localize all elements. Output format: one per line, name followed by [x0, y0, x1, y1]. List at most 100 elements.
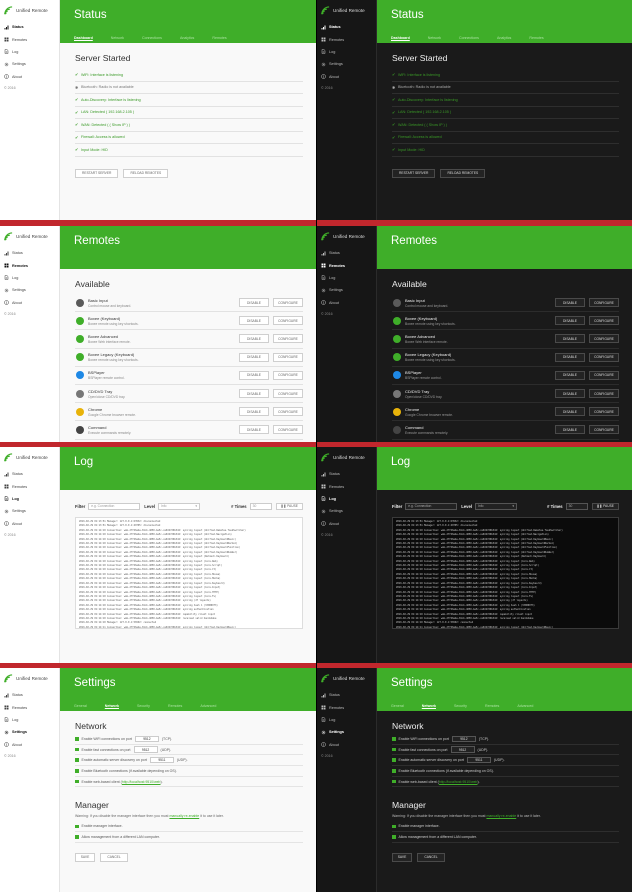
- disable-button[interactable]: DISABLE: [239, 298, 269, 308]
- reload-remotes-button[interactable]: RELOAD REMOTES: [440, 168, 486, 178]
- setting-checkbox[interactable]: [75, 769, 79, 773]
- filter-input[interactable]: e.g. Connection: [88, 502, 141, 510]
- sidebar-item-status[interactable]: Status: [317, 689, 376, 701]
- sidebar-item-about[interactable]: About: [0, 297, 59, 309]
- sidebar-item-settings[interactable]: Settings: [0, 505, 59, 517]
- brand[interactable]: Unified Remote: [0, 1, 59, 19]
- configure-button[interactable]: CONFIGURE: [589, 334, 619, 344]
- disable-button[interactable]: DISABLE: [555, 407, 585, 417]
- disable-button[interactable]: DISABLE: [555, 370, 585, 380]
- sidebar-item-log[interactable]: Log: [317, 493, 376, 505]
- setting-checkbox[interactable]: [75, 779, 79, 784]
- sidebar-item-log[interactable]: Log: [0, 493, 59, 505]
- sidebar-item-remotes[interactable]: Remotes: [317, 259, 376, 271]
- configure-button[interactable]: CONFIGURE: [589, 370, 619, 380]
- disable-button[interactable]: DISABLE: [555, 298, 585, 308]
- disable-button[interactable]: DISABLE: [239, 352, 269, 362]
- disable-button[interactable]: DISABLE: [555, 389, 585, 399]
- sidebar-item-settings[interactable]: Settings: [317, 284, 376, 296]
- sidebar-item-settings[interactable]: Settings: [317, 726, 376, 738]
- tab-general[interactable]: General: [74, 704, 87, 708]
- sidebar-item-about[interactable]: About: [317, 297, 376, 309]
- port-input[interactable]: 9511: [149, 757, 174, 764]
- tab-connections[interactable]: Connections: [142, 36, 162, 40]
- tab-network[interactable]: Network: [105, 704, 119, 708]
- brand[interactable]: Unified Remote: [0, 448, 59, 466]
- sidebar-item-status[interactable]: Status: [317, 21, 376, 33]
- brand[interactable]: Unified Remote: [317, 1, 376, 19]
- setting-checkbox[interactable]: [75, 824, 79, 829]
- sidebar-item-remotes[interactable]: Remotes: [0, 259, 59, 271]
- setting-checkbox[interactable]: [392, 779, 396, 784]
- tab-network[interactable]: Network: [428, 36, 441, 40]
- tab-dashboard[interactable]: Dashboard: [391, 36, 410, 40]
- port-input[interactable]: 9512: [451, 735, 476, 743]
- times-input[interactable]: 30: [249, 502, 272, 510]
- setting-checkbox[interactable]: [75, 835, 79, 839]
- sidebar-item-settings[interactable]: Settings: [317, 505, 376, 517]
- disable-button[interactable]: DISABLE: [555, 334, 585, 344]
- configure-button[interactable]: CONFIGURE: [273, 352, 303, 362]
- configure-button[interactable]: CONFIGURE: [273, 334, 303, 344]
- disable-button[interactable]: DISABLE: [239, 407, 269, 417]
- disable-button[interactable]: DISABLE: [239, 370, 269, 380]
- tab-analytics[interactable]: Analytics: [180, 36, 194, 40]
- sidebar-item-settings[interactable]: Settings: [0, 58, 59, 70]
- sidebar-item-about[interactable]: About: [317, 518, 376, 530]
- brand[interactable]: Unified Remote: [0, 227, 59, 245]
- tab-remotes[interactable]: Remotes: [168, 704, 182, 708]
- sidebar-item-about[interactable]: About: [0, 739, 59, 751]
- cancel-button[interactable]: CANCEL: [100, 852, 128, 862]
- tab-advanced[interactable]: Advanced: [517, 704, 533, 708]
- configure-button[interactable]: CONFIGURE: [589, 407, 619, 417]
- web-client-link[interactable]: http://localhost:9510/web: [439, 780, 478, 784]
- sidebar-item-status[interactable]: Status: [317, 247, 376, 259]
- disable-button[interactable]: DISABLE: [555, 425, 585, 435]
- configure-button[interactable]: CONFIGURE: [589, 316, 619, 326]
- sidebar-item-remotes[interactable]: Remotes: [317, 480, 376, 492]
- configure-button[interactable]: CONFIGURE: [273, 370, 303, 380]
- sidebar-item-remotes[interactable]: Remotes: [0, 33, 59, 45]
- brand[interactable]: Unified Remote: [317, 448, 376, 466]
- sidebar-item-status[interactable]: Status: [0, 689, 59, 701]
- manual-reenable-link[interactable]: manually re-enable: [486, 814, 516, 818]
- tab-remotes[interactable]: Remotes: [485, 704, 499, 708]
- sidebar-item-status[interactable]: Status: [0, 247, 59, 259]
- filter-input[interactable]: e.g. Connection: [405, 502, 458, 510]
- tab-network[interactable]: Network: [111, 36, 124, 40]
- reload-remotes-button[interactable]: RELOAD REMOTES: [123, 168, 169, 178]
- tab-security[interactable]: Security: [137, 704, 150, 708]
- disable-button[interactable]: DISABLE: [239, 334, 269, 344]
- sidebar-item-log[interactable]: Log: [317, 46, 376, 58]
- setting-checkbox[interactable]: [392, 758, 396, 762]
- sidebar-item-settings[interactable]: Settings: [0, 284, 59, 296]
- port-input[interactable]: 9512: [133, 746, 158, 753]
- setting-checkbox[interactable]: [392, 737, 396, 741]
- setting-checkbox[interactable]: [392, 835, 396, 839]
- pause-button[interactable]: ❚❚ PAUSE: [591, 502, 619, 510]
- tab-remotes[interactable]: Remotes: [529, 36, 543, 40]
- save-button[interactable]: SAVE: [392, 852, 412, 862]
- disable-button[interactable]: DISABLE: [555, 316, 585, 326]
- brand[interactable]: Unified Remote: [317, 669, 376, 687]
- disable-button[interactable]: DISABLE: [239, 389, 269, 399]
- sidebar-item-status[interactable]: Status: [0, 21, 59, 33]
- level-select[interactable]: Info ▾: [157, 502, 200, 510]
- sidebar-item-about[interactable]: About: [0, 518, 59, 530]
- sidebar-item-status[interactable]: Status: [0, 468, 59, 480]
- times-input[interactable]: 30: [565, 502, 588, 510]
- tab-dashboard[interactable]: Dashboard: [74, 36, 93, 40]
- restart-server-button[interactable]: RESTART SERVER: [392, 168, 436, 178]
- setting-checkbox[interactable]: [392, 824, 396, 829]
- sidebar-item-status[interactable]: Status: [317, 468, 376, 480]
- tab-connections[interactable]: Connections: [459, 36, 479, 40]
- sidebar-item-remotes[interactable]: Remotes: [0, 480, 59, 492]
- sidebar-item-about[interactable]: About: [317, 71, 376, 83]
- configure-button[interactable]: CONFIGURE: [589, 298, 619, 308]
- configure-button[interactable]: CONFIGURE: [273, 389, 303, 399]
- sidebar-item-settings[interactable]: Settings: [0, 726, 59, 738]
- configure-button[interactable]: CONFIGURE: [273, 425, 303, 435]
- setting-checkbox[interactable]: [392, 747, 396, 752]
- brand[interactable]: Unified Remote: [317, 227, 376, 245]
- sidebar-item-settings[interactable]: Settings: [317, 58, 376, 70]
